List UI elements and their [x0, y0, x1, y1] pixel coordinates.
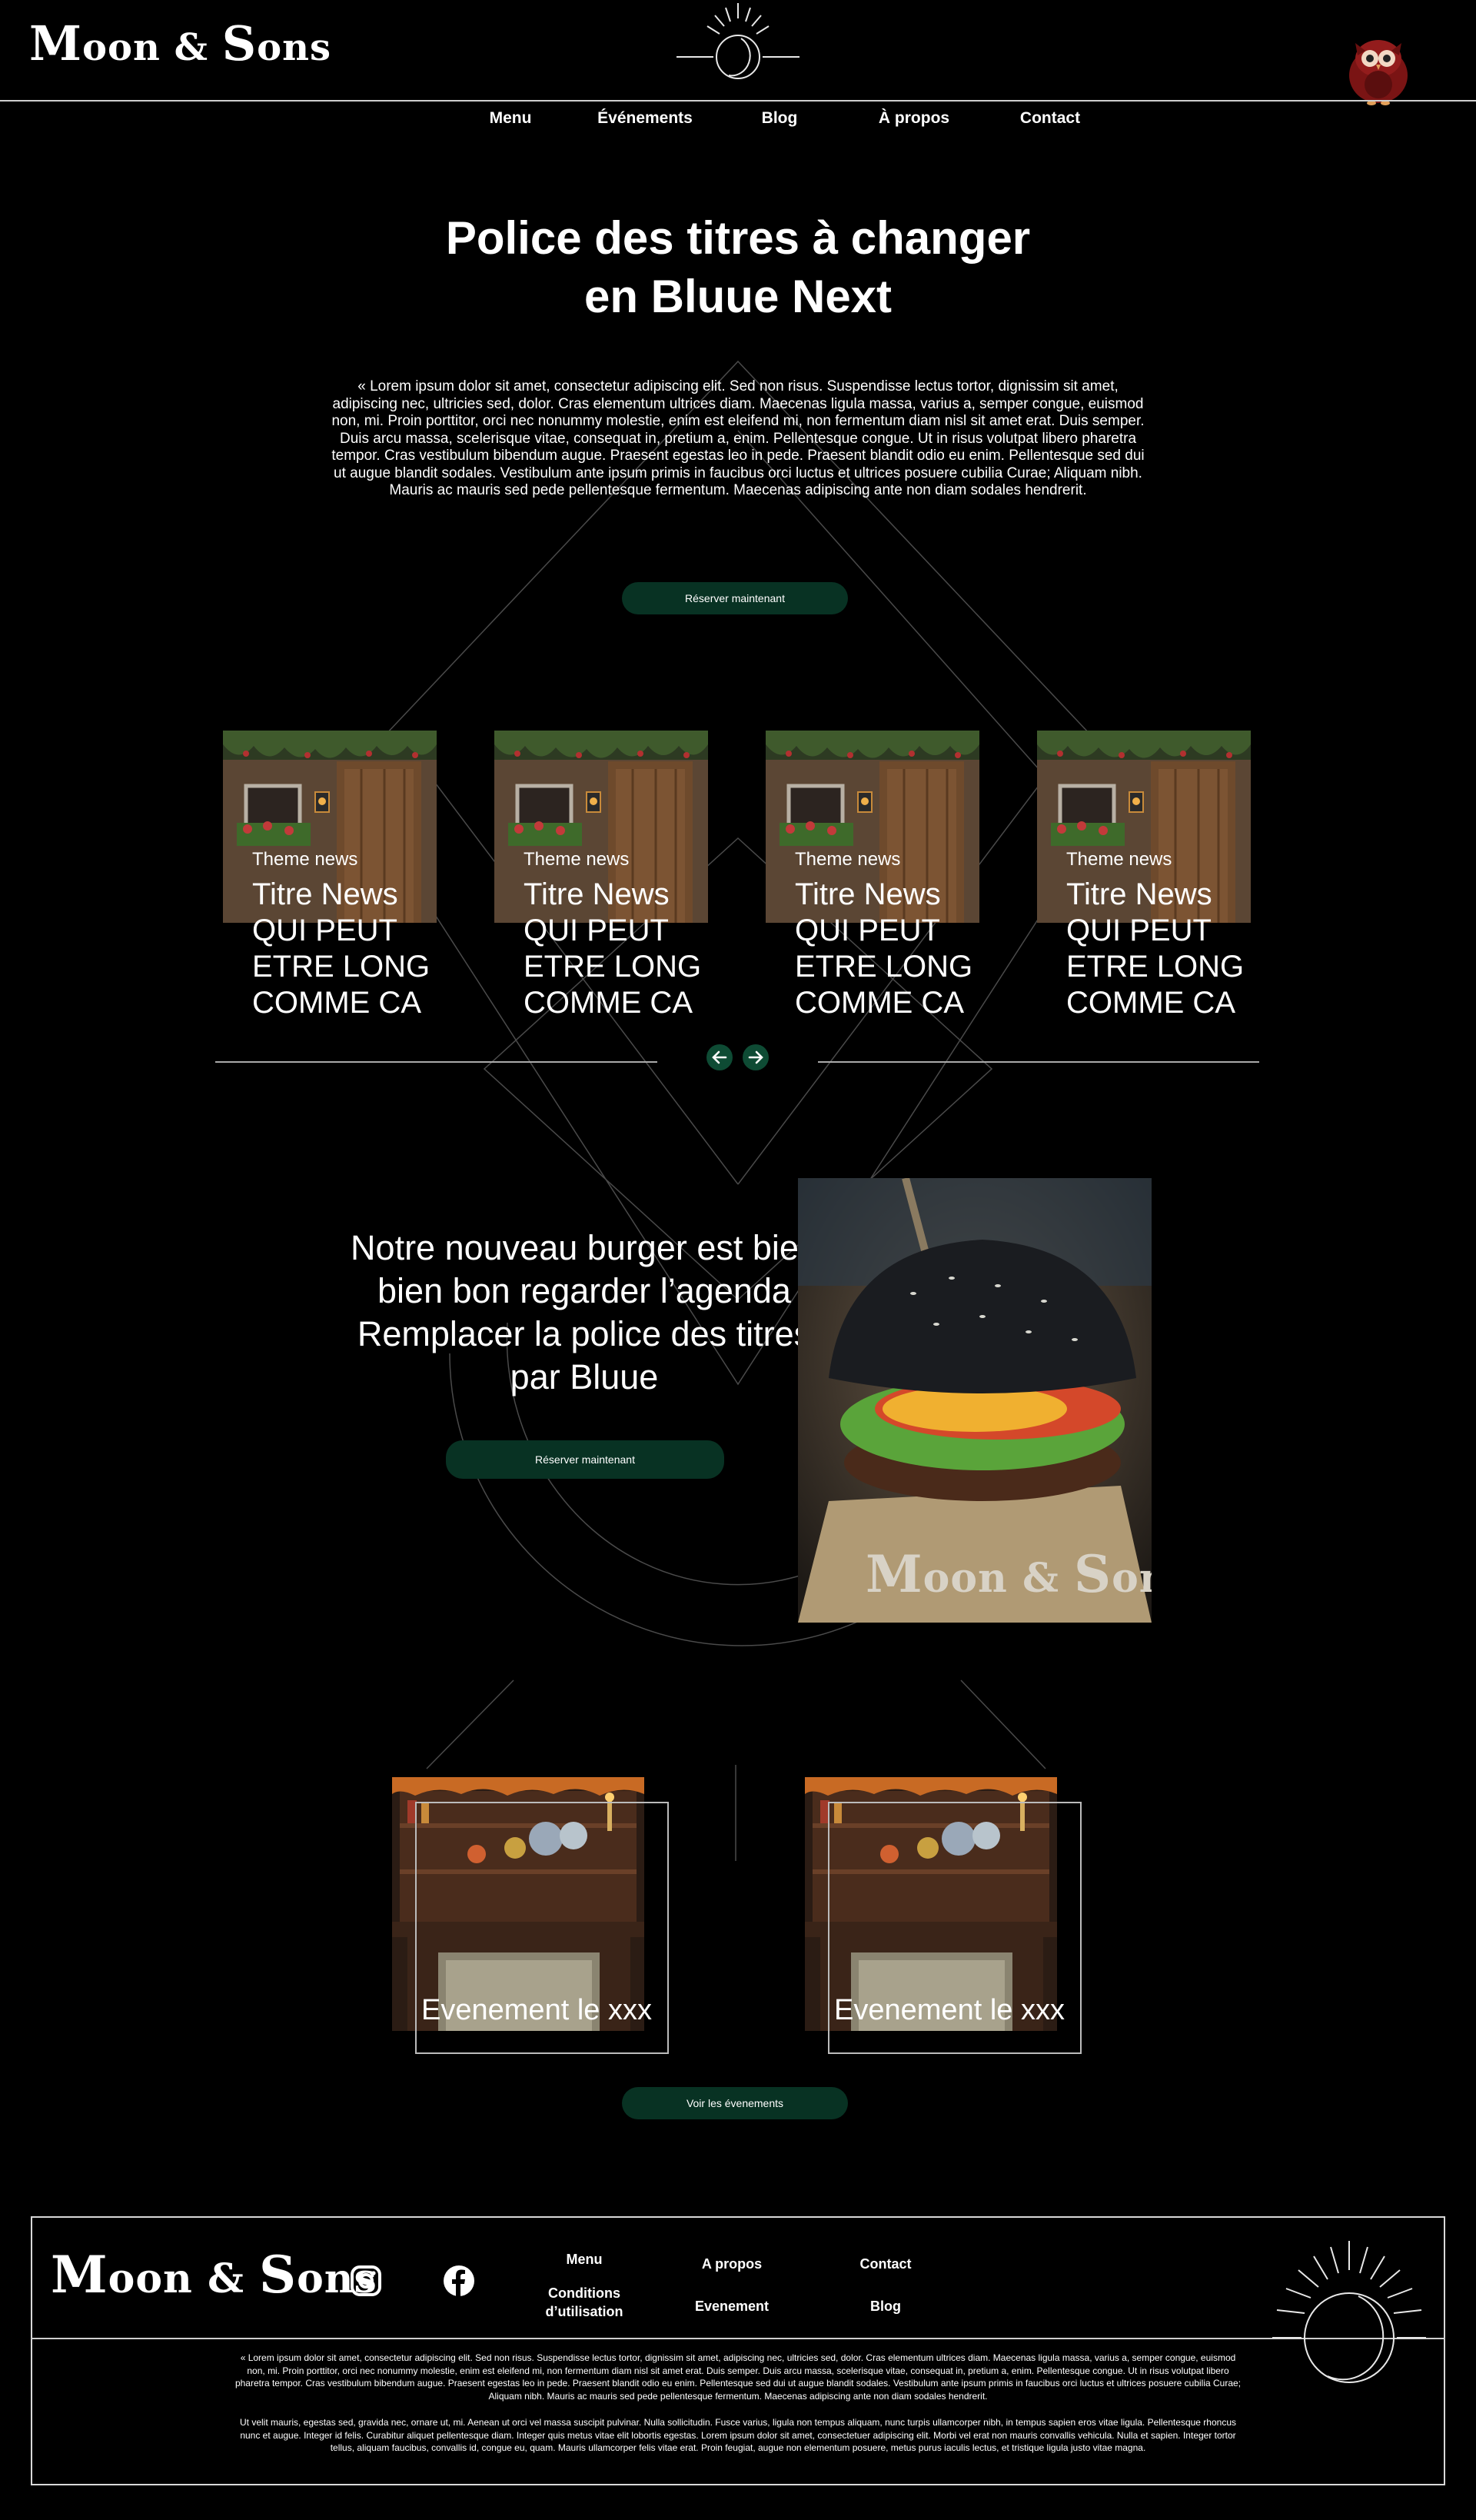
logo-text: oon & — [82, 26, 222, 69]
instagram-icon[interactable] — [350, 2265, 382, 2297]
header-logo[interactable]: Moon & Sons — [29, 17, 331, 75]
news-card[interactable]: Theme news Titre News QUI PEUT ETRE LONG… — [223, 731, 437, 1027]
nav-item-menu[interactable]: Menu — [490, 109, 532, 128]
carousel-divider — [215, 1061, 657, 1063]
nav-item-contact[interactable]: Contact — [1020, 109, 1080, 128]
burger-image: Moon & Sons — [798, 1178, 1152, 1623]
see-events-button[interactable]: Voir les évenements — [622, 2087, 848, 2119]
header-divider — [0, 100, 1476, 102]
event-card[interactable]: Evenement le xxx — [805, 1777, 1082, 2054]
moon-sun-emblem-icon — [1272, 2241, 1426, 2383]
news-card-theme: Theme news — [524, 849, 630, 870]
nav-item-evenements[interactable]: Événements — [597, 109, 693, 128]
feature-title: Notre nouveau burger est bien bien bon r… — [351, 1228, 818, 1396]
owl-mascot-icon[interactable] — [1336, 29, 1421, 106]
logo-letter: S — [1074, 1544, 1112, 1604]
carousel-next-button[interactable] — [743, 1044, 769, 1070]
hero-title-line: Police des titres à changer — [445, 212, 1031, 264]
moon-sun-emblem-icon — [676, 3, 800, 79]
footer-logo[interactable]: Moon & Sons — [51, 2244, 377, 2310]
news-card-theme: Theme news — [1066, 849, 1172, 870]
event-label: Evenement le xxx — [421, 1994, 652, 2026]
news-card-theme: Theme news — [795, 849, 901, 870]
logo-letter: M — [29, 16, 83, 72]
burger-image-logo: Moon & Sons — [866, 1547, 1152, 1606]
arrow-left-icon — [712, 1050, 727, 1064]
footer-link-evenement[interactable]: Evenement — [695, 2297, 769, 2315]
logo-text: ons — [1112, 1555, 1152, 1602]
logo-text: ons — [257, 26, 332, 69]
logo-letter: S — [221, 16, 258, 72]
news-card[interactable]: Theme news Titre News QUI PEUT ETRE LONG… — [766, 731, 979, 1027]
news-card-title: Titre News QUI PEUT ETRE LONG COMME CA — [252, 877, 430, 1020]
footer-link-blog[interactable]: Blog — [870, 2297, 901, 2315]
arrow-right-icon — [748, 1050, 763, 1064]
event-label: Evenement le xxx — [834, 1994, 1065, 2026]
footer-text: Ut velit mauris, egestas sed, gravida ne… — [240, 2417, 1236, 2453]
hero-title: Police des titres à changer en Bluue Nex… — [354, 209, 1122, 326]
carousel-divider — [818, 1061, 1259, 1063]
logo-letter: M — [51, 2245, 108, 2305]
logo-text: oon & — [108, 2255, 259, 2302]
reserve-button[interactable]: Réserver maintenant — [622, 582, 848, 614]
event-card[interactable]: Evenement le xxx — [392, 1777, 669, 2054]
nav-item-a-propos[interactable]: À propos — [879, 109, 949, 128]
hero-text: « Lorem ipsum dolor sit amet, consectetu… — [331, 378, 1145, 498]
hero-title-line: en Bluue Next — [583, 271, 893, 322]
footer-link-contact[interactable]: Contact — [860, 2255, 912, 2273]
footer-link-menu[interactable]: Menu — [567, 2250, 603, 2269]
logo-letter: S — [259, 2245, 298, 2305]
carousel-prev-button[interactable] — [706, 1044, 733, 1070]
nav-item-blog[interactable]: Blog — [762, 109, 798, 128]
footer-text: « Lorem ipsum dolor sit amet, consectetu… — [234, 2352, 1242, 2402]
logo-letter: M — [866, 1544, 923, 1604]
reserve-button[interactable]: Réserver maintenant — [446, 1440, 724, 1479]
footer-divider — [31, 2338, 1445, 2339]
news-card-title: Titre News QUI PEUT ETRE LONG COMME CA — [1066, 877, 1245, 1020]
news-card-theme: Theme news — [252, 849, 358, 870]
footer-link-conditions[interactable]: Conditions d’utilisation — [515, 2284, 653, 2321]
news-card-title: Titre News QUI PEUT ETRE LONG COMME CA — [524, 877, 702, 1020]
facebook-icon[interactable] — [443, 2265, 475, 2297]
news-card[interactable]: Theme news Titre News QUI PEUT ETRE LONG… — [494, 731, 708, 1027]
news-card[interactable]: Theme news Titre News QUI PEUT ETRE LONG… — [1037, 731, 1251, 1027]
logo-text: oon & — [922, 1555, 1074, 1602]
news-card-title: Titre News QUI PEUT ETRE LONG COMME CA — [795, 877, 973, 1020]
footer-link-a-propos[interactable]: A propos — [702, 2255, 762, 2273]
main-nav: Menu Événements Blog À propos Contact — [0, 109, 1476, 132]
